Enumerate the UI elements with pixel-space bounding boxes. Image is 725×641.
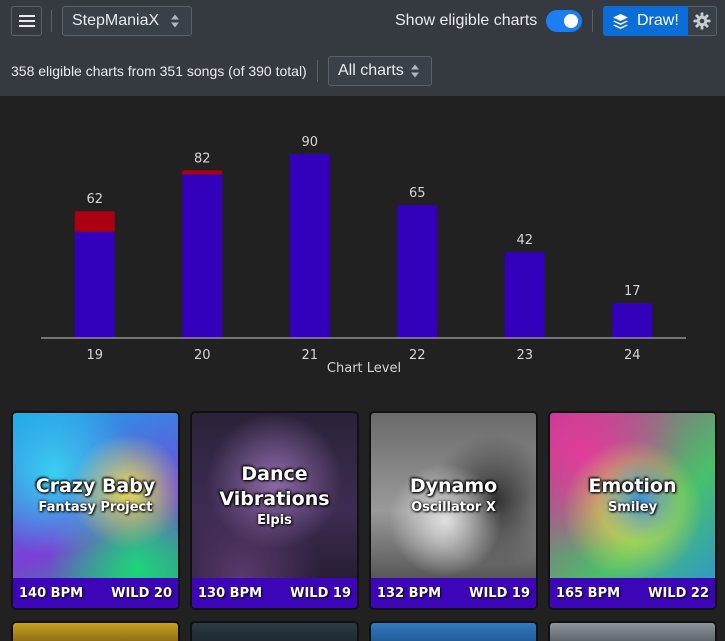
song-card-heading: Emotion Smiley <box>550 413 715 578</box>
song-card-footer: 130 BPM WILD 19 <box>192 578 357 608</box>
bar-segment[interactable] <box>74 231 115 338</box>
song-card-partial[interactable] <box>548 621 717 641</box>
bar-value-label: 17 <box>624 284 641 299</box>
song-level: WILD 20 <box>111 585 172 601</box>
sort-caret-icon <box>411 64 419 78</box>
song-card-heading: Crazy Baby Fantasy Project <box>13 413 178 578</box>
bar-value-label: 62 <box>86 192 103 207</box>
eligible-summary: 358 eligible charts from 351 songs (of 3… <box>11 63 307 79</box>
song-title: Crazy Baby <box>35 475 156 497</box>
draw-button-label: Draw! <box>637 12 679 29</box>
settings-button[interactable] <box>688 6 717 36</box>
song-bpm: 165 BPM <box>556 585 621 601</box>
hamburger-menu-icon <box>18 15 35 27</box>
chart-bars: 62 82 90 65 42 17 <box>74 135 653 338</box>
bar-value-label: 65 <box>409 186 426 201</box>
toolbar-divider <box>592 10 593 32</box>
bar-segment[interactable] <box>397 205 438 338</box>
bar-segment[interactable] <box>182 170 223 175</box>
x-tick-label: 21 <box>301 348 318 363</box>
x-tick-label: 22 <box>409 348 426 363</box>
chart-filter-select[interactable]: All charts <box>328 56 432 86</box>
song-card[interactable]: Dance Vibrations Elpis 130 BPM WILD 19 <box>190 411 359 610</box>
song-artist: Smiley <box>607 500 658 515</box>
song-bpm: 130 BPM <box>198 585 263 601</box>
gear-icon <box>693 12 711 30</box>
game-select-value: StepManiaX <box>72 12 160 29</box>
show-eligible-label: Show eligible charts <box>395 12 538 29</box>
sort-caret-icon <box>171 14 179 28</box>
song-card-footer: 165 BPM WILD 22 <box>550 578 715 608</box>
bar-segment[interactable] <box>504 252 545 338</box>
chart-filter-value: All charts <box>338 62 404 79</box>
song-card[interactable]: Emotion Smiley 165 BPM WILD 22 <box>548 411 717 610</box>
x-axis-title: Chart Level <box>327 361 401 376</box>
chart-level-bar-chart: 62 82 90 65 42 17 19 20 21 22 23 24 Chart Level <box>41 135 686 376</box>
x-tick-label: 19 <box>86 348 103 363</box>
bar-segment[interactable] <box>289 154 330 338</box>
song-card-partial[interactable] <box>11 621 180 641</box>
bar-value-label: 42 <box>516 233 533 248</box>
bar-value-label: 90 <box>301 135 318 150</box>
song-card[interactable]: Dynamo Oscillator X 132 BPM WILD 19 <box>369 411 538 610</box>
song-card-footer: 132 BPM WILD 19 <box>371 578 536 608</box>
toolbar-divider <box>317 60 318 82</box>
bar-value-label: 82 <box>194 151 211 166</box>
song-card-footer: 140 BPM WILD 20 <box>13 578 178 608</box>
song-title: Emotion <box>588 475 677 497</box>
x-tick-label: 24 <box>624 348 641 363</box>
song-artist: Fantasy Project <box>38 500 153 515</box>
song-level: WILD 19 <box>469 585 530 601</box>
x-tick-label: 23 <box>516 348 533 363</box>
bar-segment[interactable] <box>182 174 223 338</box>
song-title: Dance Vibrations <box>219 462 330 510</box>
song-card-heading: Dance Vibrations Elpis <box>192 413 357 578</box>
song-bpm: 132 BPM <box>377 585 442 601</box>
song-artist: Elpis <box>257 512 292 528</box>
bar-segment[interactable] <box>74 211 115 232</box>
game-select[interactable]: StepManiaX <box>62 6 192 36</box>
song-card-partial[interactable] <box>369 621 538 641</box>
song-card[interactable]: Crazy Baby Fantasy Project 140 BPM WILD … <box>11 411 180 610</box>
song-card-partial[interactable] <box>190 621 359 641</box>
song-card-heading: Dynamo Oscillator X <box>371 413 536 578</box>
song-title: Dynamo <box>409 475 498 497</box>
stack-layers-icon <box>613 13 628 29</box>
toolbar-divider <box>51 10 52 32</box>
top-toolbar: StepManiaX Show eligible charts Draw! 35… <box>0 0 725 96</box>
song-level: WILD 22 <box>648 585 709 601</box>
song-artist: Oscillator X <box>411 500 496 515</box>
bar-segment[interactable] <box>612 303 653 338</box>
song-level: WILD 19 <box>290 585 351 601</box>
toggle-knob <box>564 14 578 28</box>
menu-button[interactable] <box>11 6 42 36</box>
x-tick-label: 20 <box>194 348 211 363</box>
song-bpm: 140 BPM <box>19 585 84 601</box>
draw-button[interactable]: Draw! <box>603 6 688 36</box>
show-eligible-toggle[interactable] <box>546 10 582 32</box>
